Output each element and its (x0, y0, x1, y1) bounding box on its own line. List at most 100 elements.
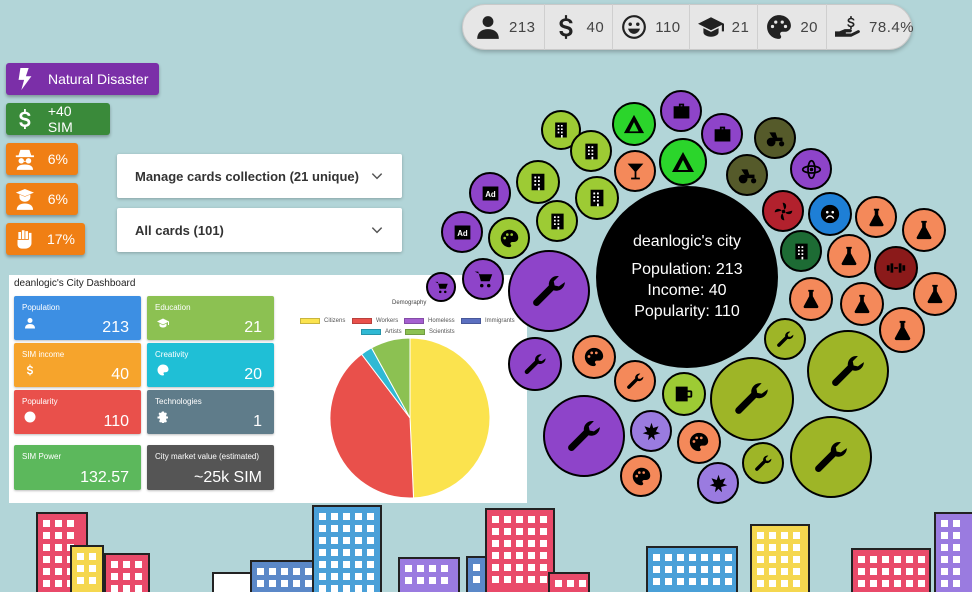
card-bubble-leaf[interactable] (630, 410, 672, 452)
card-bubble-mug[interactable] (662, 372, 706, 416)
card-bubble-building[interactable] (575, 176, 619, 220)
wrench-icon (754, 455, 771, 471)
card-bubble-wrench[interactable] (543, 395, 625, 477)
card-bubble-atom[interactable] (790, 148, 832, 190)
card-bubble-flask[interactable] (913, 272, 957, 316)
panel-title: Manage cards collection (21 unique) (135, 168, 359, 184)
skyline-building (646, 546, 738, 592)
card-bubble-wrench[interactable] (710, 357, 794, 441)
building-window (653, 566, 660, 573)
card-bubble-tractor[interactable] (754, 117, 796, 159)
legend-item-workers[interactable]: Workers (352, 318, 398, 324)
tractor-icon (738, 168, 756, 183)
tile-label: SIM Power (22, 452, 62, 461)
building-window (111, 561, 118, 568)
building-window (77, 565, 84, 572)
building-window (55, 520, 62, 527)
card-bubble-flask[interactable] (902, 208, 946, 252)
building-icon (531, 173, 545, 191)
building-window (870, 580, 877, 587)
card-bubble-tent[interactable] (612, 102, 656, 146)
building-window (67, 532, 74, 539)
legend-item-citizens[interactable]: Citizens (300, 318, 345, 324)
building-window (343, 561, 350, 568)
building-window (135, 585, 142, 592)
card-bubble-palette[interactable] (572, 335, 616, 379)
building-window (55, 580, 62, 587)
card-bubble-flask[interactable] (827, 234, 871, 278)
card-bubble-palette[interactable] (620, 455, 662, 497)
building-window (43, 556, 50, 563)
manage-collection-panel[interactable]: Manage cards collection (21 unique) (117, 154, 402, 198)
card-bubble-leaf[interactable] (697, 462, 739, 504)
card-bubble-building[interactable] (780, 230, 822, 272)
chip-label: 17% (46, 231, 75, 247)
card-bubble-wrench[interactable] (764, 318, 806, 360)
natural-disaster-button[interactable]: Natural Disaster (6, 63, 159, 95)
building-window (319, 513, 326, 520)
city-popularity: Popularity: 110 (634, 302, 740, 320)
building-window (781, 532, 788, 539)
card-bubble-palette[interactable] (677, 420, 721, 464)
building-window (367, 573, 374, 580)
building-window (516, 576, 523, 583)
card-bubble-fan[interactable] (762, 190, 804, 232)
card-bubble-cart[interactable] (426, 272, 456, 302)
building-window (516, 528, 523, 535)
card-bubble-wrench[interactable] (508, 250, 590, 332)
palette-icon (500, 229, 518, 247)
building-window (793, 568, 800, 575)
all-cards-panel[interactable]: All cards (101) (117, 208, 402, 252)
building-window (343, 513, 350, 520)
card-bubble-building[interactable] (536, 200, 578, 242)
card-bubble-briefcase[interactable] (701, 113, 743, 155)
fist-icon (17, 230, 32, 249)
dumbbell-icon (886, 263, 906, 273)
skyline-building (312, 505, 382, 592)
card-bubble-tractor[interactable] (726, 154, 768, 196)
card-bubble-flask[interactable] (879, 307, 925, 353)
card-bubble-cart[interactable] (462, 258, 504, 300)
city-center-circle[interactable]: deanlogic's city Population: 213 Income:… (596, 186, 778, 368)
card-bubble-wrench[interactable] (614, 360, 656, 402)
unrest-rate-button[interactable]: 17% (6, 223, 85, 255)
card-bubble-cocktail[interactable] (614, 150, 656, 192)
legend-item-immigrants[interactable]: Immigrants (461, 318, 515, 324)
building-window (429, 577, 436, 584)
building-window (405, 577, 412, 584)
building-window (343, 537, 350, 544)
card-bubble-tent[interactable] (659, 138, 707, 186)
card-bubble-briefcase[interactable] (660, 90, 702, 132)
building-window (528, 576, 535, 583)
building-window (941, 532, 948, 539)
card-bubble-flask[interactable] (789, 277, 833, 321)
building-window (343, 525, 350, 532)
tile-label: Population (22, 303, 60, 312)
card-bubble-wrench[interactable] (790, 416, 872, 498)
card-bubble-ad[interactable]: Ad (441, 211, 483, 253)
dollar-icon (559, 15, 573, 39)
building-window (331, 549, 338, 556)
sim-income-button[interactable]: +40 SIM (6, 103, 110, 135)
card-bubble-sad[interactable] (808, 192, 852, 236)
legend-label: Citizens (324, 318, 346, 324)
stats-bar: 213 40 110 21 20 78.4% (462, 4, 914, 50)
graduate-rate-button[interactable]: 6% (6, 183, 78, 215)
card-bubble-flask[interactable] (840, 282, 884, 326)
card-bubble-building[interactable] (570, 130, 612, 172)
spy-rate-button[interactable]: 6% (6, 143, 78, 175)
card-bubble-building[interactable] (516, 160, 560, 204)
building-window (367, 525, 374, 532)
building-window (89, 565, 96, 572)
building-window (43, 532, 50, 539)
card-bubble-palette[interactable] (488, 217, 530, 259)
card-bubble-wrench[interactable] (508, 337, 562, 391)
card-bubble-wrench[interactable] (742, 442, 784, 484)
card-bubble-ad[interactable]: Ad (469, 172, 511, 214)
building-window (77, 553, 84, 560)
card-bubble-wrench[interactable] (807, 330, 889, 412)
lightning-icon (18, 68, 32, 90)
card-bubble-dumbbell[interactable] (874, 246, 918, 290)
legend-item-homeless[interactable]: Homeless (404, 318, 455, 324)
card-bubble-flask[interactable] (855, 196, 897, 238)
